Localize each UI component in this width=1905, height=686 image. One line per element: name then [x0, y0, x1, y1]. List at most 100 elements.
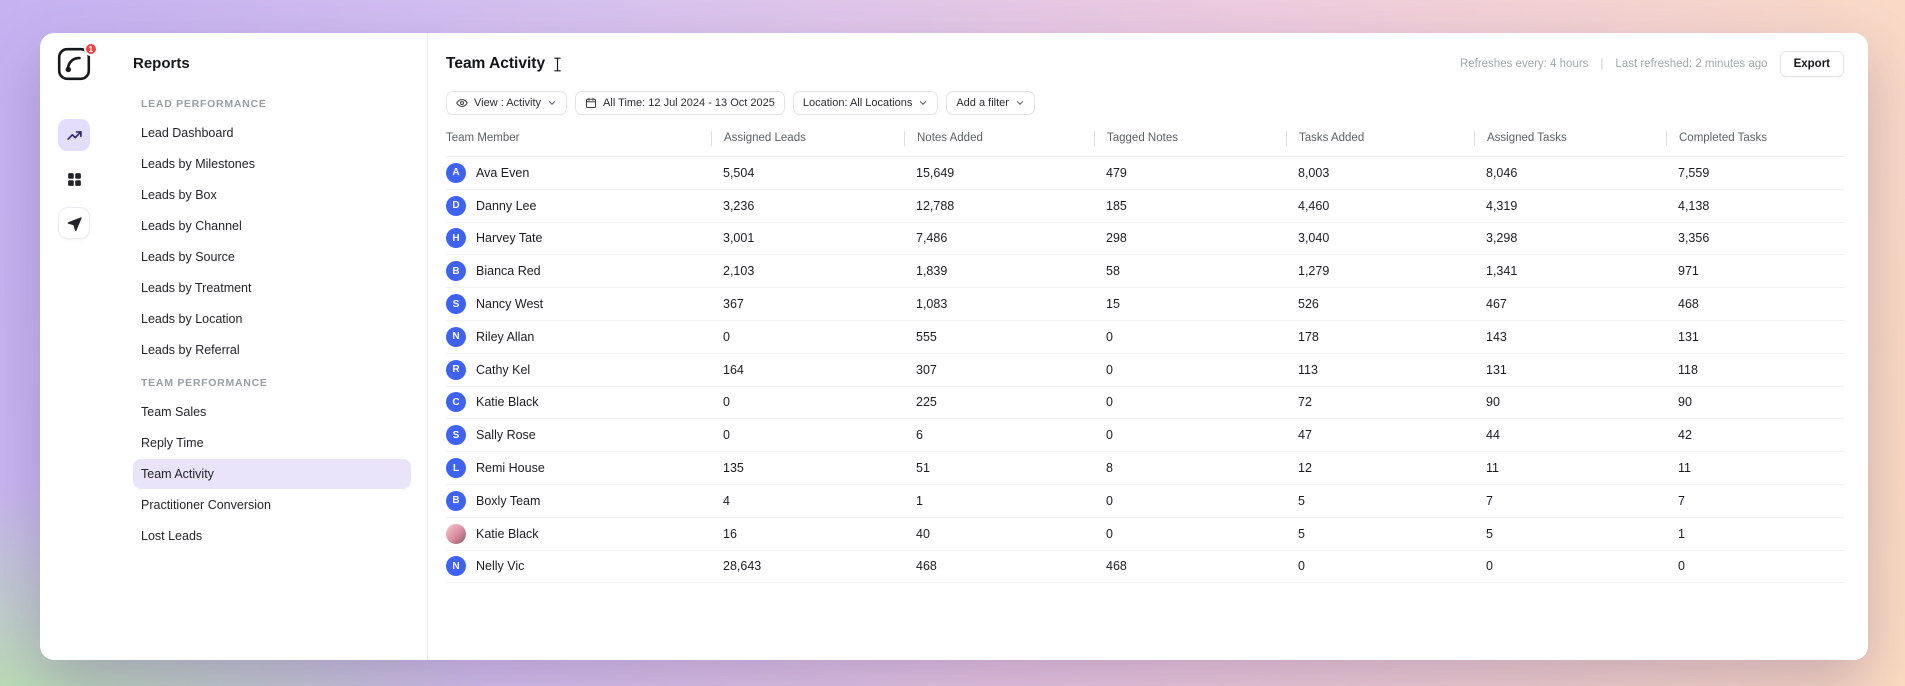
cell-tasks-added: 1,279 [1298, 264, 1330, 279]
desktop-background: 1 Reports LEAD PERFORMANCE Lead Dashboard… [0, 0, 1905, 686]
cell-assigned-leads: 4 [723, 493, 730, 508]
member-name: Bianca Red [476, 264, 541, 279]
chevron-down-icon [547, 98, 557, 108]
cell-notes-added: 6 [916, 428, 923, 443]
sidebar-item-leads-by-box[interactable]: Leads by Box [133, 180, 411, 210]
cell-assigned-tasks: 90 [1486, 395, 1500, 410]
table-row-harvey-tate[interactable]: H Harvey Tate 3,001 7,486 298 3,040 3,298 3,356 [446, 223, 1844, 256]
sidebar-item-lead-dashboard[interactable]: Lead Dashboard [133, 118, 411, 148]
table-row-remi-house[interactable]: L Remi House 135 51 8 12 11 11 [446, 452, 1844, 485]
team-member-cell: D Danny Lee [446, 195, 711, 216]
column-header-tagged-notes: Tagged Notes [1094, 131, 1286, 146]
sidebar-item-reply-time[interactable]: Reply Time [133, 428, 411, 458]
sidebar-item-lost-leads[interactable]: Lost Leads [133, 521, 411, 551]
cell-tagged-notes: 0 [1106, 362, 1113, 377]
cell-assigned-leads: 367 [723, 297, 744, 312]
avatar: S [446, 294, 466, 315]
member-name: Katie Black [476, 395, 539, 410]
sidebar-item-leads-by-treatment[interactable]: Leads by Treatment [133, 273, 411, 303]
column-header-assigned-tasks: Assigned Tasks [1474, 131, 1666, 146]
rail-item-reports[interactable] [58, 119, 90, 151]
chevron-down-icon [918, 98, 928, 108]
sidebar-item-team-activity[interactable]: Team Activity [133, 459, 411, 489]
team-member-cell: H Harvey Tate [446, 228, 711, 249]
member-name: Remi House [476, 461, 545, 476]
sidebar-item-leads-by-referral[interactable]: Leads by Referral [133, 335, 411, 365]
meta-divider: | [1600, 58, 1604, 70]
cell-tasks-added: 526 [1298, 297, 1319, 312]
table-row-boxly-team[interactable]: B Boxly Team 4 1 0 5 7 7 [446, 485, 1844, 518]
filter-chip-location-all-locations[interactable]: Location: All Locations [792, 91, 939, 115]
member-name: Boxly Team [476, 493, 541, 508]
table-row-cathy-kel[interactable]: R Cathy Kel 164 307 0 113 131 118 [446, 354, 1844, 387]
cell-tagged-notes: 58 [1106, 264, 1120, 279]
app-logo[interactable]: 1 [57, 42, 98, 81]
cell-tagged-notes: 8 [1106, 461, 1113, 476]
cell-assigned-leads: 0 [723, 428, 730, 443]
avatar: B [446, 261, 466, 282]
table-row-danny-lee[interactable]: D Danny Lee 3,236 12,788 185 4,460 4,319 4,138 [446, 190, 1844, 223]
cell-assigned-tasks: 131 [1486, 362, 1507, 377]
avatar: D [446, 195, 466, 216]
cell-assigned-tasks: 11 [1486, 461, 1499, 476]
cell-notes-added: 1,839 [916, 264, 948, 279]
avatar: L [446, 458, 466, 479]
table-body: A Ava Even 5,504 15,649 479 8,003 8,046 7,559 D D… [446, 157, 1844, 584]
filter-chip-all-time-12-jul-2024-13-oct-2025[interactable]: All Time: 12 Jul 2024 - 13 Oct 2025 [575, 91, 785, 115]
cell-assigned-leads: 0 [723, 395, 730, 410]
cell-tasks-added: 12 [1298, 461, 1312, 476]
avatar: H [446, 228, 466, 249]
grid-icon [66, 171, 83, 188]
cell-assigned-leads: 16 [723, 526, 737, 541]
cell-completed-tasks: 7,559 [1678, 165, 1710, 180]
cell-completed-tasks: 3,356 [1678, 231, 1710, 246]
member-name: Katie Black [476, 526, 539, 541]
cell-assigned-leads: 0 [723, 329, 730, 344]
cell-assigned-tasks: 7 [1486, 493, 1493, 508]
filter-chip-view-activity[interactable]: View : Activity [446, 91, 568, 115]
app-window: 1 Reports LEAD PERFORMANCE Lead Dashboard… [40, 33, 1868, 660]
paper-plane-icon [66, 215, 83, 232]
refresh-interval-text: Refreshes every: 4 hours [1459, 58, 1589, 70]
cell-assigned-tasks: 1,341 [1486, 264, 1518, 279]
member-name: Nelly Vic [476, 559, 525, 574]
team-member-cell: B Boxly Team [446, 490, 711, 511]
team-activity-table: Team Member Assigned Leads Notes Added Tagg… [446, 131, 1844, 584]
report-header: Team Activity Refreshes every: 4 hours |… [446, 51, 1844, 77]
rail-item-share[interactable] [58, 207, 90, 239]
table-row-sally-rose[interactable]: S Sally Rose 0 6 0 47 44 42 [446, 419, 1844, 453]
cell-assigned-leads: 164 [723, 362, 744, 377]
cell-tagged-notes: 0 [1106, 526, 1113, 541]
notification-badge: 1 [83, 42, 98, 56]
table-header-row: Team Member Assigned Leads Notes Added Tagg… [446, 131, 1844, 157]
sidebar-item-team-sales[interactable]: Team Sales [133, 397, 411, 427]
team-member-cell: C Katie Black [446, 392, 711, 413]
member-name: Nancy West [476, 297, 544, 312]
export-button[interactable]: Export [1779, 51, 1844, 77]
table-row-katie-black[interactable]: Katie Black 16 40 0 5 5 1 [446, 518, 1844, 551]
team-member-cell: R Cathy Kel [446, 359, 711, 380]
cell-tagged-notes: 15 [1106, 297, 1120, 312]
table-row-ava-even[interactable]: A Ava Even 5,504 15,649 479 8,003 8,046 7,559 [446, 157, 1844, 190]
table-row-nelly-vic[interactable]: N Nelly Vic 28,643 468 468 0 0 0 [446, 551, 1844, 584]
filter-chip-add-a-filter[interactable]: Add a filter [946, 91, 1035, 115]
sidebar-item-leads-by-source[interactable]: Leads by Source [133, 242, 411, 272]
avatar: N [446, 556, 466, 577]
sidebar-item-leads-by-location[interactable]: Leads by Location [133, 304, 411, 334]
filter-bar: View : Activity All Time: 12 Jul 2024 - 1… [446, 91, 1844, 115]
sidebar-item-leads-by-milestones[interactable]: Leads by Milestones [133, 149, 411, 179]
table-row-bianca-red[interactable]: B Bianca Red 2,103 1,839 58 1,279 1,341 971 [446, 255, 1844, 289]
table-row-riley-allan[interactable]: N Riley Allan 0 555 0 178 143 131 [446, 321, 1844, 354]
sidebar-item-practitioner-conversion[interactable]: Practitioner Conversion [133, 490, 411, 520]
table-row-katie-black[interactable]: C Katie Black 0 225 0 72 90 90 [446, 387, 1844, 420]
member-name: Riley Allan [476, 329, 535, 344]
cell-tagged-notes: 479 [1106, 165, 1127, 180]
member-name: Sally Rose [476, 428, 536, 443]
sidebar-item-leads-by-channel[interactable]: Leads by Channel [133, 211, 411, 241]
member-name: Danny Lee [476, 198, 537, 213]
chevron-down-icon [1015, 98, 1025, 108]
rail-item-apps[interactable] [58, 163, 90, 195]
column-header-team-member: Team Member [446, 132, 520, 144]
cell-tagged-notes: 468 [1106, 559, 1127, 574]
table-row-nancy-west[interactable]: S Nancy West 367 1,083 15 526 467 468 [446, 288, 1844, 321]
